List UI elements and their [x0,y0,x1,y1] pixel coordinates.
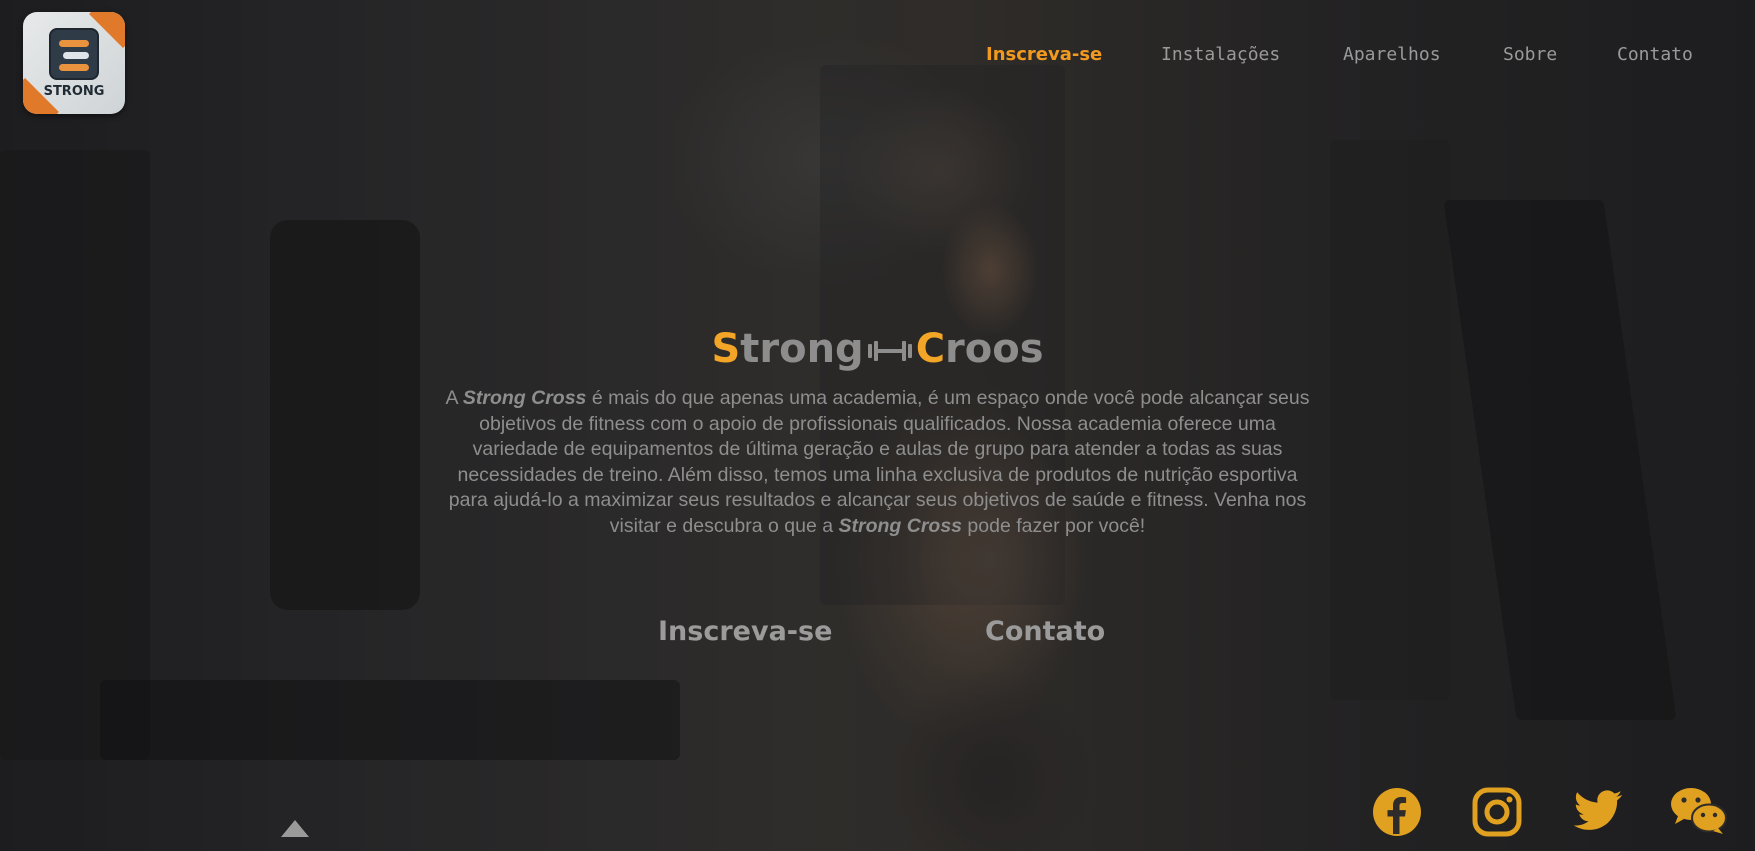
logo-link[interactable]: STRONG [23,12,125,114]
logo-text: STRONG [43,84,105,99]
description-outro: pode fazer por você! [962,514,1146,537]
title-word-strong: trong [740,326,864,372]
title-initial-c: C [915,326,946,372]
signup-button[interactable]: Inscreva-se [658,616,832,647]
nav-item-aparelhos[interactable]: Aparelhos [1343,44,1441,65]
contact-button[interactable]: Contato [985,616,1105,647]
wechat-icon[interactable] [1670,786,1727,840]
twitter-icon[interactable] [1571,786,1625,840]
description-brand: Strong Cross [838,514,963,537]
hero-description: A Strong Cross é mais do que apenas uma … [440,386,1315,540]
description-brand: Strong Cross [462,387,587,409]
nav-item-contato[interactable]: Contato [1617,44,1693,65]
nav-item-instalacoes[interactable]: Instalações [1161,44,1280,65]
nav-item-inscreva-se[interactable]: Inscreva-se [986,44,1102,65]
scroll-up-icon[interactable] [281,820,309,837]
description-intro: A [445,387,463,409]
title-word-croos: roos [945,326,1044,372]
instagram-icon[interactable] [1471,786,1525,840]
logo-emblem-icon [49,28,99,80]
title-initial-s: S [711,326,741,372]
hero-title: Strong Croos [0,326,1755,374]
dumbbell-icon [866,328,914,374]
nav-item-sobre[interactable]: Sobre [1503,44,1557,65]
facebook-icon[interactable] [1371,786,1425,840]
